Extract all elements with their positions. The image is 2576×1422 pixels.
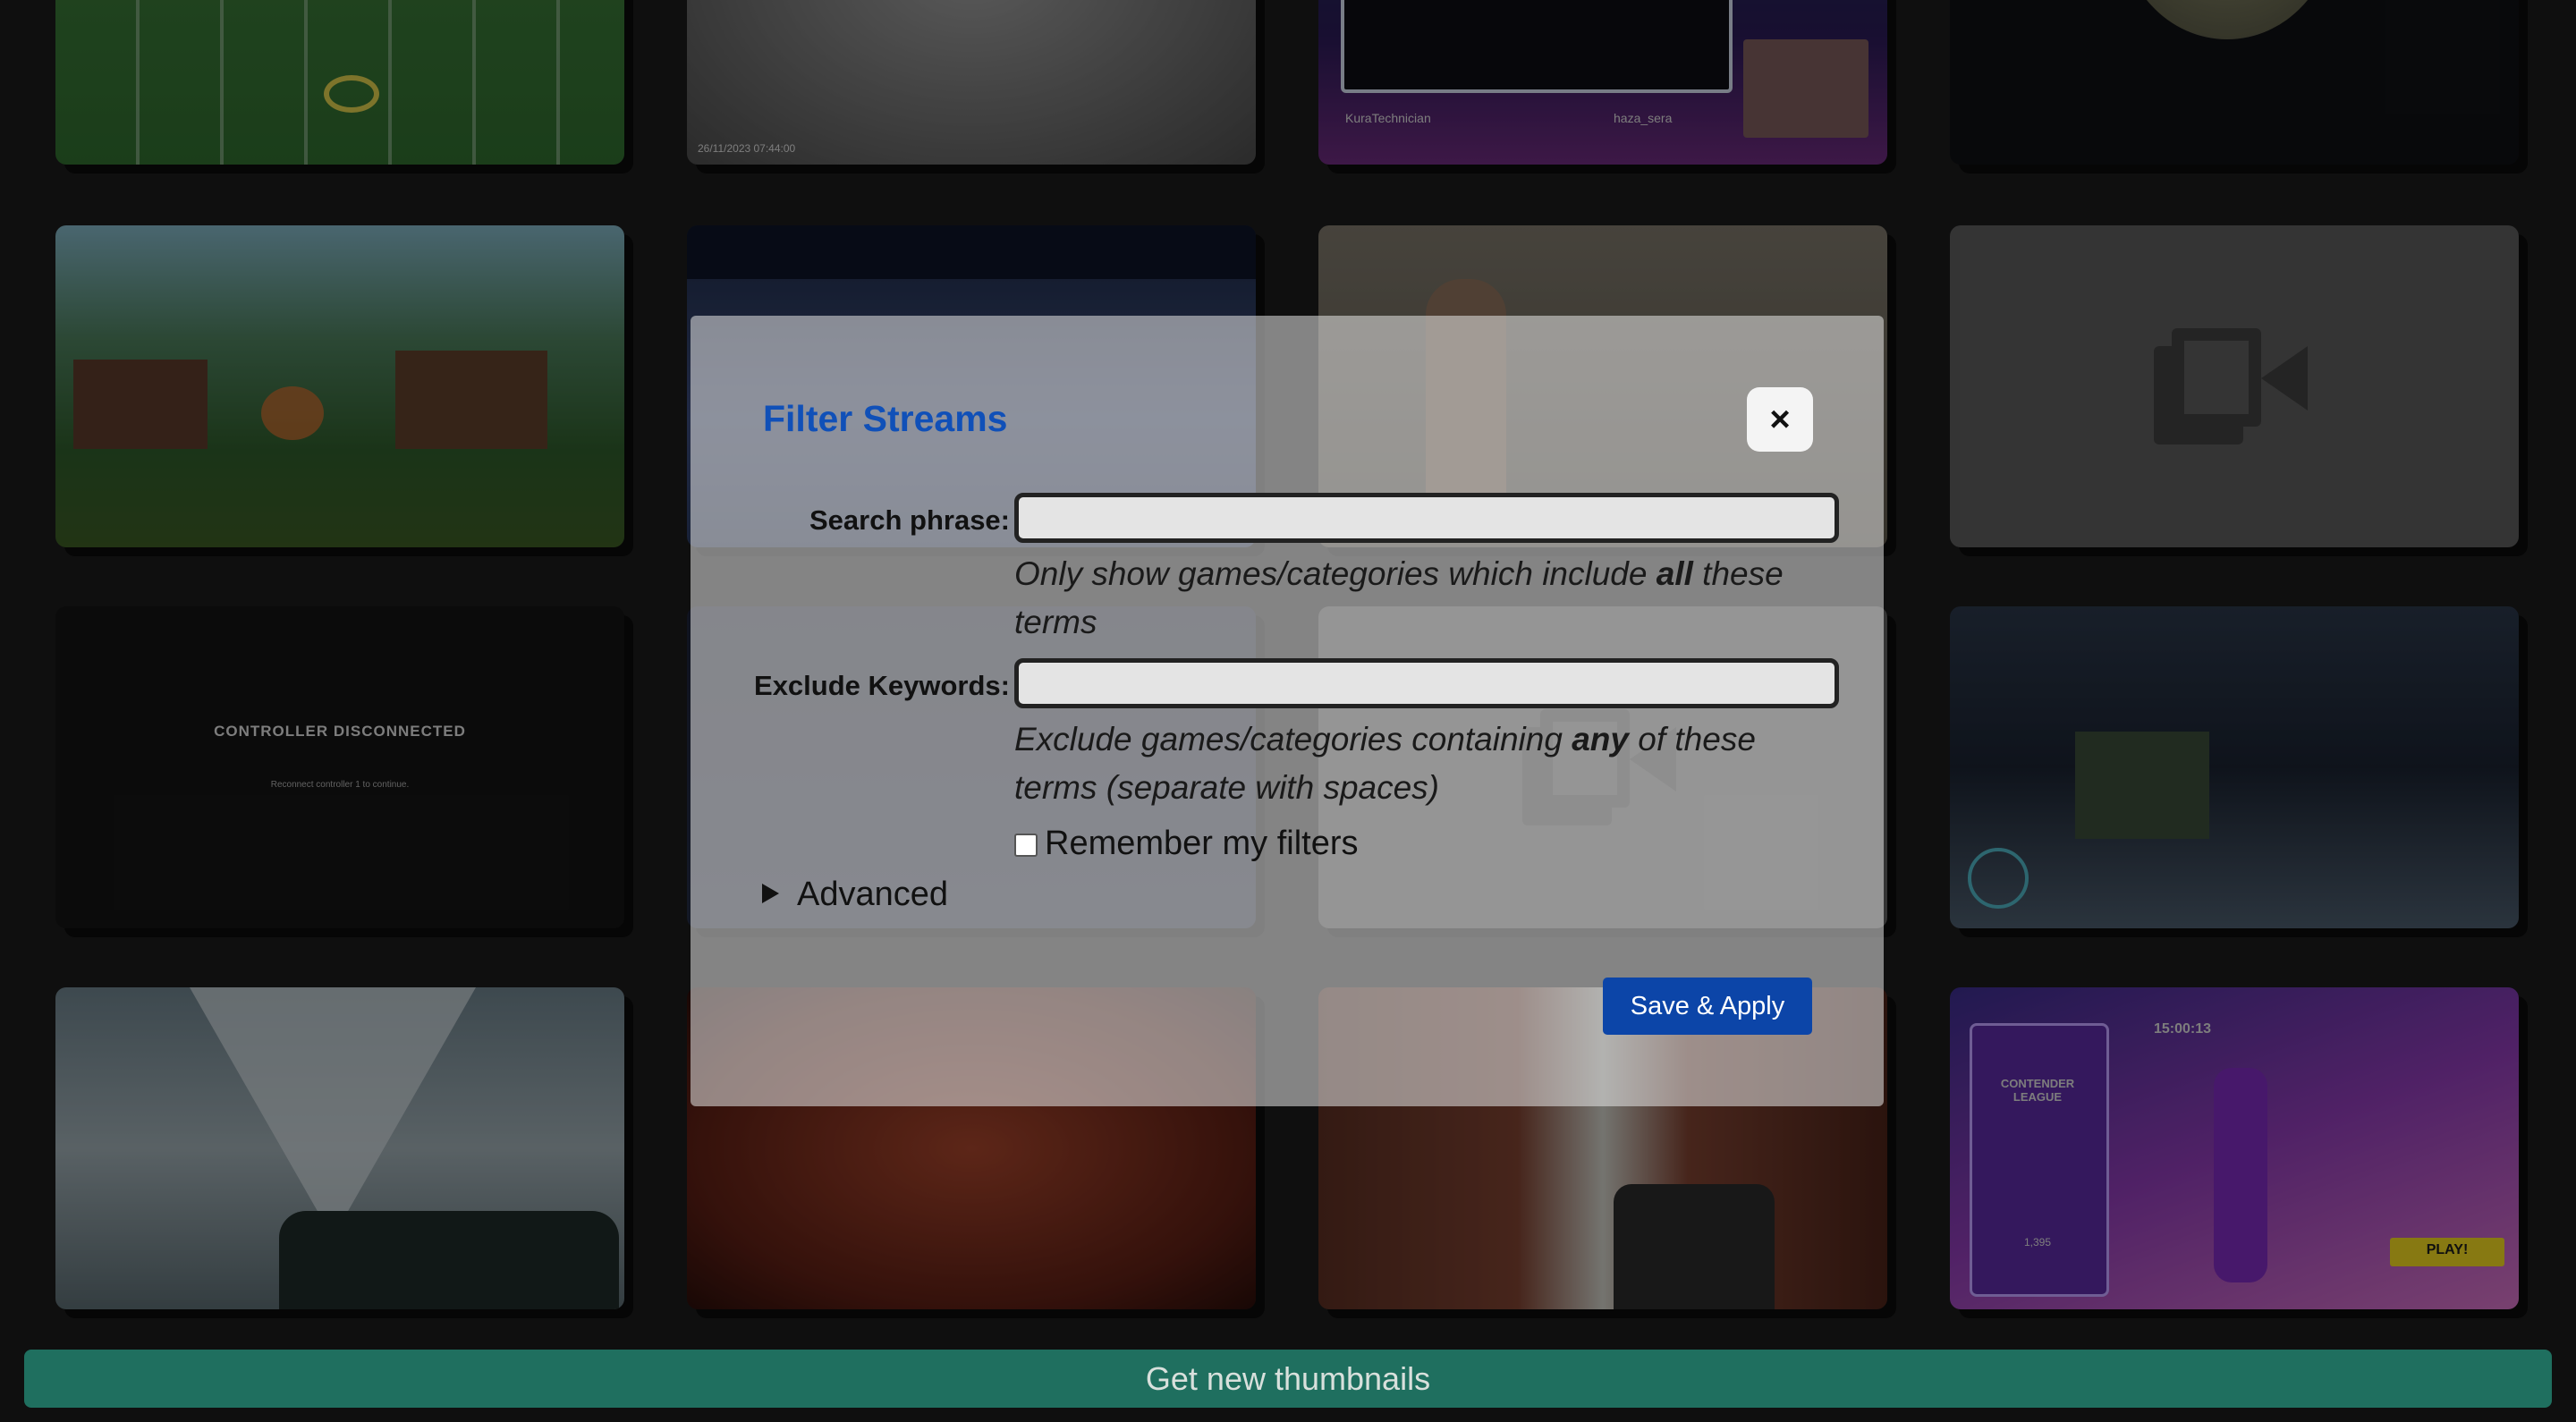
hint-text: Exclude games/categories containing <box>1014 721 1572 758</box>
search-phrase-label: Search phrase: <box>809 504 1010 536</box>
exclude-keywords-label: Exclude Keywords: <box>754 670 1010 701</box>
disclosure-triangle-icon <box>762 884 779 903</box>
remember-filters-label[interactable]: Remember my filters <box>1045 825 1359 862</box>
hint-emphasis: any <box>1572 721 1629 758</box>
get-new-thumbnails-button[interactable]: Get new thumbnails <box>24 1350 2552 1408</box>
advanced-toggle[interactable]: Advanced <box>762 876 948 914</box>
advanced-label[interactable]: Advanced <box>797 876 948 913</box>
exclude-keywords-hint: Exclude games/categories containing any … <box>1014 715 1801 812</box>
exclude-keywords-input[interactable] <box>1014 658 1839 708</box>
remember-filters-checkbox[interactable] <box>1014 833 1038 857</box>
filter-streams-dialog: Filter Streams × Search phrase: Only sho… <box>691 316 1884 1106</box>
close-button[interactable]: × <box>1747 387 1813 452</box>
hint-emphasis: all <box>1656 555 1693 592</box>
search-phrase-hint: Only show games/categories which include… <box>1014 550 1801 647</box>
save-apply-button[interactable]: Save & Apply <box>1603 978 1812 1035</box>
dialog-title: Filter Streams <box>763 398 1008 439</box>
remember-filters-row[interactable]: Remember my filters <box>1014 825 1359 863</box>
search-phrase-input[interactable] <box>1014 493 1839 543</box>
hint-text: Only show games/categories which include <box>1014 555 1657 592</box>
